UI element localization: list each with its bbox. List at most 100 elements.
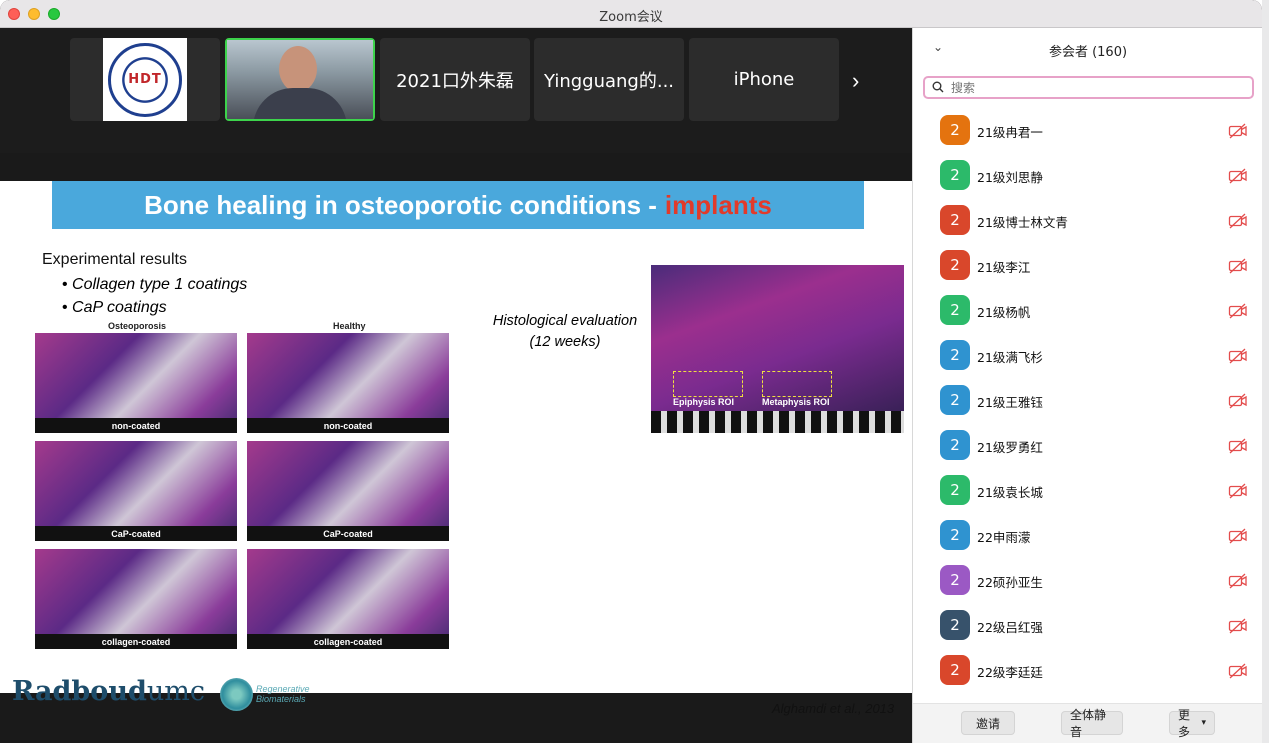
participants-title: 参会者 (160) <box>1048 45 1128 60</box>
participant-row[interactable]: 2 21级罗勇红 <box>913 423 1262 468</box>
roi-label: Epiphysis ROI <box>673 397 735 407</box>
column-label-healthy: Healthy <box>333 321 366 331</box>
video-off-icon[interactable] <box>1228 483 1248 499</box>
histology-panel: collagen-coated <box>35 549 237 649</box>
slide-intro: Experimental results <box>42 251 187 268</box>
search-icon <box>932 81 944 93</box>
regenerative-biomaterials-icon <box>220 678 253 711</box>
histology-image: Epiphysis ROI Metaphysis ROI <box>651 265 904 433</box>
university-seal-icon: HDT <box>108 42 182 117</box>
video-off-icon[interactable] <box>1228 618 1248 634</box>
roi-label: Metaphysis ROI <box>762 397 830 407</box>
avatar: 2 <box>940 430 970 460</box>
bullet-item: Collagen type 1 coatings <box>62 273 247 296</box>
participant-row[interactable]: 2 21级王雅钰 <box>913 378 1262 423</box>
video-thumbnail-strip: HDT 2021口外朱磊 Yingguang的... iPhone › <box>0 28 912 153</box>
histology-panel: non-coated <box>35 333 237 433</box>
participants-header: ⌄ 参会者 (160) <box>913 28 1262 70</box>
participant-row[interactable]: 2 22硕孙亚生 <box>913 558 1262 603</box>
participant-name: 21级李江 <box>977 260 1031 275</box>
participant-name: 21级冉君一 <box>977 125 1043 140</box>
histology-panel: CaP-coated <box>35 441 237 541</box>
thumbnail-participant[interactable]: iPhone <box>689 38 839 121</box>
histology-panel: collagen-coated <box>247 549 449 649</box>
thumbnail-active-speaker[interactable] <box>225 38 375 121</box>
video-off-icon[interactable] <box>1228 303 1248 319</box>
participant-name: 22申雨濛 <box>977 530 1031 545</box>
avatar: 2 <box>940 115 970 145</box>
avatar: 2 <box>940 340 970 370</box>
participant-name: 22硕孙亚生 <box>977 575 1043 590</box>
thumbnail-participant[interactable]: 2021口外朱磊 <box>380 38 530 121</box>
zoom-window: Zoom会议 HDT 2021口外朱磊 Yingguang的... iPhone… <box>0 0 1262 743</box>
video-off-icon[interactable] <box>1228 663 1248 679</box>
avatar: 2 <box>940 385 970 415</box>
participant-name: 21级杨帆 <box>977 305 1031 320</box>
participant-row[interactable]: 2 21级满飞杉 <box>913 333 1262 378</box>
participant-name: 21级袁长城 <box>977 485 1043 500</box>
histology-panel: non-coated <box>247 333 449 433</box>
video-off-icon[interactable] <box>1228 123 1248 139</box>
thumbnail-logo[interactable]: HDT <box>70 38 220 121</box>
thumbnail-participant[interactable]: Yingguang的... <box>534 38 684 121</box>
avatar: 2 <box>940 160 970 190</box>
slide-bullets: Collagen type 1 coatings CaP coatings <box>62 273 247 319</box>
window-title: Zoom会议 <box>599 10 663 25</box>
participants-panel: ⌄ 参会者 (160) 2 21级冉君一 2 21级刘思静 2 2 <box>912 28 1262 743</box>
participants-footer: 邀请 全体静音 更多 ▾ <box>913 703 1262 743</box>
slide-title: Bone healing in osteoporotic conditions … <box>52 181 864 229</box>
participant-row[interactable]: 2 21级冉君一 <box>913 108 1262 153</box>
slide-citation: Alghamdi et al., 2013 <box>772 701 895 716</box>
participant-search[interactable] <box>923 76 1254 99</box>
roi-box-metaphysis <box>762 371 832 397</box>
participant-name: 21级博士林文青 <box>977 215 1068 230</box>
avatar: 2 <box>940 520 970 550</box>
participant-row[interactable]: 2 21级博士林文青 <box>913 198 1262 243</box>
participant-row[interactable]: 2 22级吕红强 <box>913 603 1262 648</box>
university-logo: HDT <box>103 38 187 121</box>
participant-name: 21级满飞杉 <box>977 350 1043 365</box>
video-off-icon[interactable] <box>1228 528 1248 544</box>
participant-row[interactable]: 2 22申雨濛 <box>913 513 1262 558</box>
participant-row[interactable]: 2 21级袁长城 <box>913 468 1262 513</box>
participant-name: 21级王雅钰 <box>977 395 1043 410</box>
desktop-background <box>1262 0 1269 743</box>
video-off-icon[interactable] <box>1228 213 1248 229</box>
video-off-icon[interactable] <box>1228 348 1248 364</box>
participant-row[interactable]: 2 21级李江 <box>913 243 1262 288</box>
speaker-head <box>279 46 317 92</box>
specimen-edge <box>651 411 904 433</box>
avatar: 2 <box>940 610 970 640</box>
participant-name: 22级李廷廷 <box>977 665 1043 680</box>
participant-name: 22级吕红强 <box>977 620 1043 635</box>
thumbnail-next-arrow-icon[interactable]: › <box>852 68 859 94</box>
speaker-body <box>253 88 347 119</box>
title-bar: Zoom会议 <box>0 0 1262 28</box>
video-off-icon[interactable] <box>1228 573 1248 589</box>
search-input[interactable] <box>951 79 1246 97</box>
bullet-item: CaP coatings <box>62 296 247 319</box>
avatar: 2 <box>940 295 970 325</box>
participant-row[interactable]: 2 21级刘思静 <box>913 153 1262 198</box>
video-off-icon[interactable] <box>1228 393 1248 409</box>
speaker-video <box>227 40 373 119</box>
roi-box-epiphysis <box>673 371 743 397</box>
more-button[interactable]: 更多 ▾ <box>1169 708 1215 739</box>
participant-row[interactable]: 2 22级李廷廷 <box>913 648 1262 693</box>
avatar: 2 <box>940 565 970 595</box>
video-off-icon[interactable] <box>1228 438 1248 454</box>
invite-button[interactable]: 邀请 <box>961 711 1015 735</box>
avatar: 2 <box>940 205 970 235</box>
mute-all-button[interactable]: 全体静音 <box>1061 708 1123 739</box>
participant-name: 21级刘思静 <box>977 170 1043 185</box>
video-off-icon[interactable] <box>1228 258 1248 274</box>
histology-panel: CaP-coated <box>247 441 449 541</box>
radboudumc-logo: Radboudumc <box>12 676 205 707</box>
regenerative-biomaterials-logo: Regenerative Biomaterials <box>256 684 310 704</box>
histological-evaluation-label: Histological evaluation (12 weeks) <box>492 313 638 350</box>
chevron-down-icon: ▾ <box>1201 718 1206 728</box>
avatar: 2 <box>940 655 970 685</box>
participant-row[interactable]: 2 21级杨帆 <box>913 288 1262 333</box>
column-label-osteoporosis: Osteoporosis <box>108 321 167 331</box>
video-off-icon[interactable] <box>1228 168 1248 184</box>
